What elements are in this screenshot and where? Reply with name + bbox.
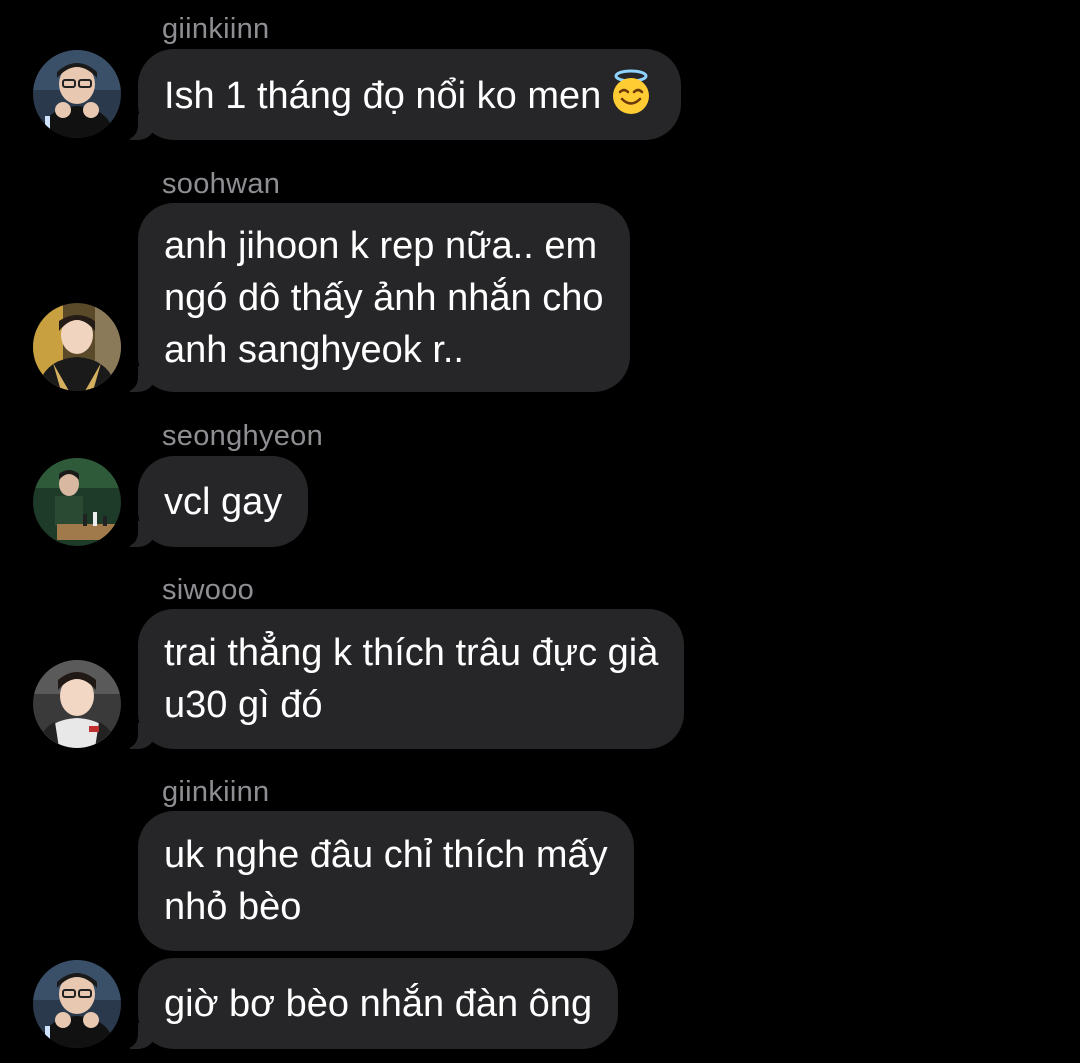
message-line: uk nghe đâu chỉ thích mấy: [164, 834, 608, 876]
message-line: anh sanghyeok r..: [164, 328, 464, 371]
smiling-face-with-halo-icon: [613, 69, 650, 114]
avatar[interactable]: [33, 960, 121, 1048]
message-line: vcl gay: [164, 480, 283, 523]
message-line: anh jihoon k rep nữa.. em: [164, 224, 598, 267]
message-line: nhỏ bèo: [164, 886, 302, 928]
message-line: ngó dô thấy ảnh nhắn cho: [164, 276, 604, 319]
message-bubble[interactable]: Ish 1 tháng đọ nổi ko men: [119, 49, 682, 140]
sender-name[interactable]: siwooo: [162, 576, 254, 605]
message-bubble[interactable]: anh jihoon k rep nữa.. em ngó dô thấy ản…: [120, 203, 630, 392]
sender-name[interactable]: seonghyeon: [162, 422, 323, 451]
message-line: u30 gì đó: [164, 684, 323, 726]
message-line: giờ bơ bèo nhắn đàn ông: [164, 982, 593, 1025]
message-bubble[interactable]: uk nghe đâu chỉ thích mấy nhỏ bèo: [138, 811, 634, 951]
message-line: Ish 1 tháng đọ nổi ko men: [164, 68, 655, 122]
avatar[interactable]: [33, 303, 121, 391]
avatar[interactable]: [33, 458, 121, 546]
message-bubble[interactable]: trai thẳng k thích trâu đực già u30 gì đ…: [119, 609, 685, 749]
avatar[interactable]: [33, 660, 121, 748]
avatar[interactable]: [33, 50, 121, 138]
message-bubble[interactable]: giờ bơ bèo nhắn đàn ông: [119, 958, 619, 1049]
sender-name[interactable]: giinkiinn: [162, 778, 270, 807]
message-line: trai thẳng k thích trâu đực già: [164, 632, 659, 674]
sender-name[interactable]: giinkiinn: [162, 15, 270, 44]
message-bubble[interactable]: vcl gay: [119, 456, 309, 547]
sender-name[interactable]: soohwan: [162, 170, 280, 199]
